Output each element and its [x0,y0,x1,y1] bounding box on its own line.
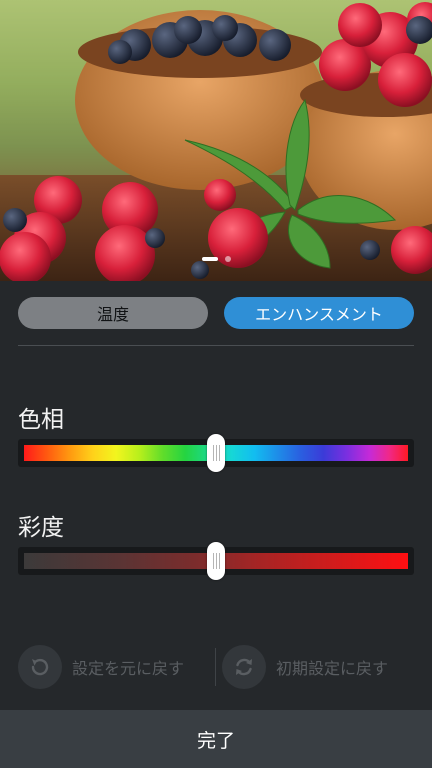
page-dot-active [201,257,218,261]
grip-icon [212,553,220,569]
hue-label: 色相 [18,407,64,433]
actions-separator [215,648,216,686]
tab-enhancement[interactable]: エンハンスメント [224,297,414,329]
restore-defaults-label: 初期設定に戻す [276,659,389,678]
berries-photo [0,0,432,281]
done-label: 完了 [196,729,235,752]
restore-defaults-button[interactable]: 初期設定に戻す [222,644,388,690]
hue-slider-thumb[interactable] [207,434,225,472]
reset-label: 設定を元に戻す [72,659,185,678]
reset-button[interactable]: 設定を元に戻す [18,644,184,690]
tab-temperature[interactable]: 温度 [18,297,208,329]
page-indicator [0,256,432,262]
refresh-icon [222,645,266,689]
divider [18,345,414,346]
saturation-slider-thumb[interactable] [207,542,225,580]
photo-editor-screen: 温度 エンハンスメント 色相 彩度 設定を元に戻す 初期設定に戻す 完了 [0,0,432,768]
undo-icon [18,645,62,689]
done-button[interactable]: 完了 [0,710,432,768]
grip-icon [212,445,220,461]
adjustment-tabs: 温度 エンハンスメント [18,297,414,329]
saturation-label: 彩度 [18,515,64,541]
page-dot [224,256,231,262]
photo-preview[interactable] [0,0,432,281]
reset-actions: 設定を元に戻す 初期設定に戻す [0,644,432,690]
tab-enhancement-label: エンハンスメント [255,305,383,324]
tab-temperature-label: 温度 [96,305,129,324]
